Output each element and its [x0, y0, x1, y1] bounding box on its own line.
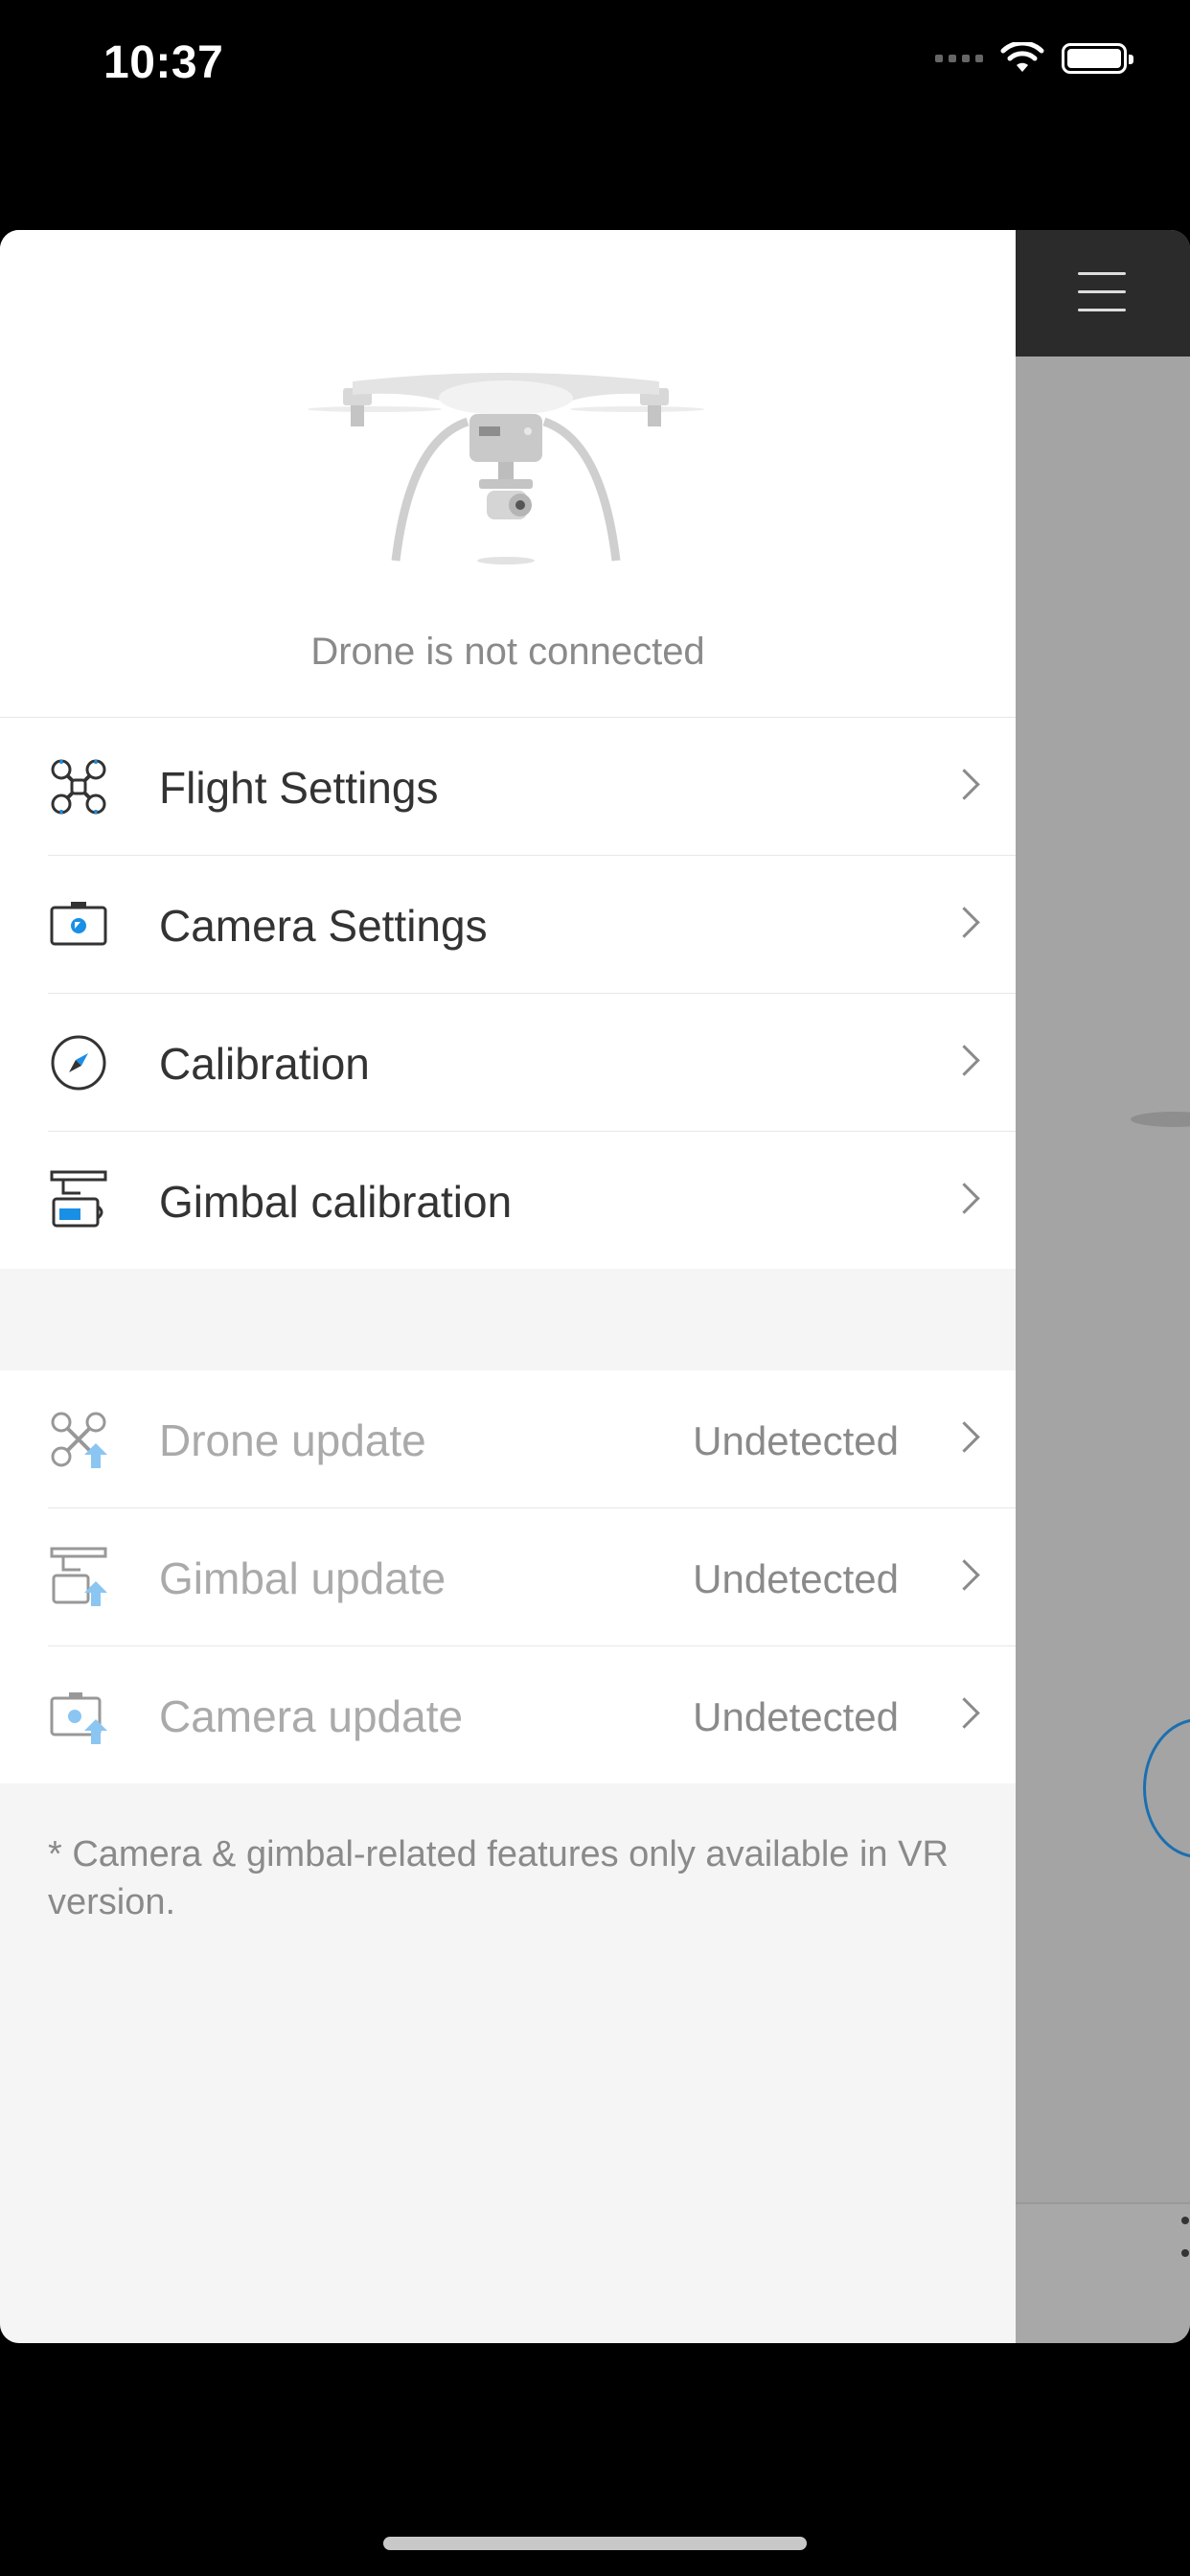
drone-update-icon [51, 1412, 107, 1468]
update-status: Undetected [693, 1694, 899, 1739]
update-list: Drone update Undetected Gimbal update Un… [0, 1370, 1016, 1783]
main-view-bottom-bar [1016, 2202, 1190, 2343]
drone-update-row[interactable]: Drone update Undetected [48, 1370, 1016, 1508]
status-icons [935, 42, 1133, 75]
update-status: Undetected [693, 1418, 899, 1463]
row-label: Drone update [159, 1415, 426, 1465]
compass-icon [51, 1035, 106, 1091]
drawer-header: Drone is not connected [0, 230, 1016, 718]
camera-update-icon [50, 1692, 107, 1744]
row-label: Camera update [159, 1691, 464, 1741]
app-window: Drone is not connected Flight Settings C… [0, 230, 1190, 2343]
wifi-icon [1000, 42, 1044, 72]
camera-settings-row[interactable]: Camera Settings [48, 856, 1016, 994]
row-label: Flight Settings [159, 763, 439, 813]
drone-icon [51, 759, 106, 815]
hamburger-menu-icon[interactable] [1078, 272, 1126, 327]
chevron-right-icon [949, 1045, 980, 1076]
battery-icon [1062, 43, 1133, 74]
signal-icon [935, 55, 983, 62]
chevron-right-icon [949, 907, 980, 938]
footnote: * Camera & gimbal-related features only … [48, 1834, 949, 1922]
settings-list: Flight Settings Camera Settings Calibrat… [0, 718, 1016, 1269]
gimbal-update-icon [50, 1547, 107, 1606]
more-options-icon[interactable] [1181, 2217, 1189, 2282]
camera-icon [50, 902, 107, 946]
chevron-right-icon [949, 1559, 980, 1591]
map-marker-shadow [1131, 1112, 1190, 1127]
home-indicator[interactable] [383, 2537, 807, 2550]
update-status: Undetected [693, 1556, 899, 1601]
connection-status: Drone is not connected [310, 631, 705, 673]
camera-update-row[interactable]: Camera update Undetected [48, 1646, 1016, 1783]
main-view-header [1016, 230, 1190, 356]
chevron-right-icon [949, 769, 980, 800]
flight-settings-row[interactable]: Flight Settings [48, 718, 1016, 856]
drone-illustration [308, 373, 704, 564]
row-label: Calibration [159, 1039, 370, 1089]
side-drawer: Drone is not connected Flight Settings C… [0, 230, 1016, 2343]
status-bar: 10:37 [0, 0, 1190, 134]
row-label: Gimbal calibration [159, 1177, 513, 1227]
chevron-right-icon [949, 1421, 980, 1453]
calibration-row[interactable]: Calibration [48, 994, 1016, 1132]
row-label: Gimbal update [159, 1553, 446, 1603]
chevron-right-icon [949, 1183, 980, 1214]
status-time: 10:37 [103, 37, 224, 88]
gimbal-calibration-row[interactable]: Gimbal calibration [48, 1132, 1016, 1269]
gimbal-update-row[interactable]: Gimbal update Undetected [48, 1508, 1016, 1646]
gimbal-icon [50, 1170, 107, 1228]
row-label: Camera Settings [159, 901, 488, 951]
joystick-circle[interactable] [1143, 1718, 1190, 1858]
chevron-right-icon [949, 1697, 980, 1729]
